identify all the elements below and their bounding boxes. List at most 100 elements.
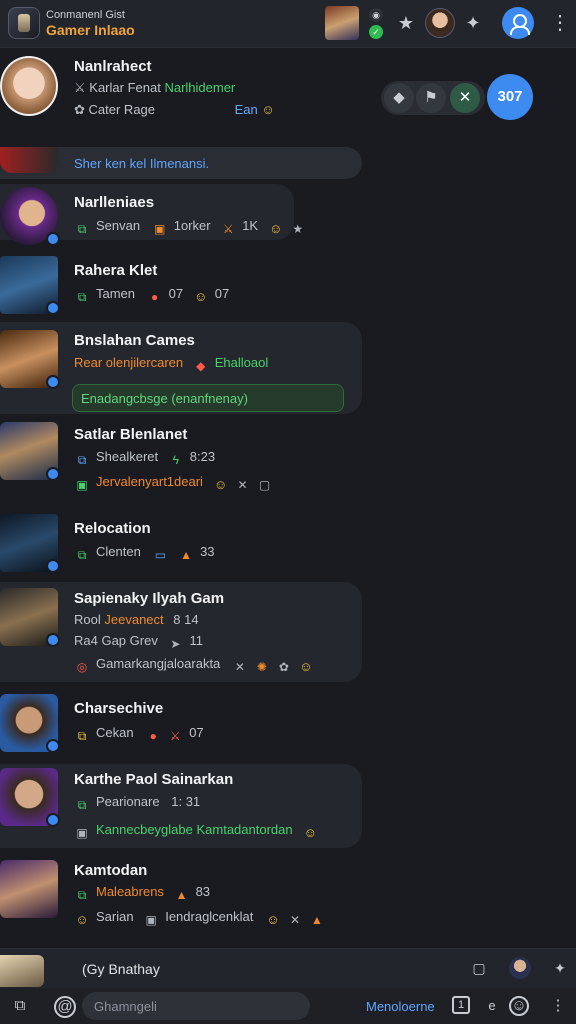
contact-status: ⚔ Karlar Fenat Narlhidemer — [74, 80, 235, 96]
avatar[interactable] — [509, 957, 531, 979]
message-input[interactable]: Ghamngeli — [82, 992, 310, 1020]
tools-icon: ✕ — [234, 660, 245, 674]
profile-button[interactable] — [502, 7, 534, 39]
meta-highlight: Ehalloaol — [214, 355, 269, 370]
chat-item[interactable]: Bnslahan Cames Rear olenjilercaren ◆ Ehal… — [0, 322, 576, 418]
avatar[interactable] — [0, 330, 60, 389]
flag-action-icon[interactable]: ⚑ — [416, 83, 446, 113]
tools-action-icon[interactable]: ✕ — [450, 83, 480, 113]
pin-action-icon[interactable]: ◆ — [384, 83, 414, 113]
gear-icon: ✿ — [74, 102, 85, 117]
chat-card-line: ▣ Jervalenyart1deari ☺ ✕ ▢ — [74, 474, 279, 493]
more-menu-icon[interactable]: ⋮ — [550, 12, 570, 34]
arrow-icon: ▲ — [180, 548, 192, 562]
gem-icon: ◆ — [196, 359, 206, 373]
meta-text: Cekan — [96, 725, 134, 740]
card-text: Enadangcbsge (enanfnenay) — [81, 391, 248, 406]
tools-icon: ✕ — [289, 913, 301, 927]
chat-meta: ⧉ Maleabrens ▲ 83 — [74, 884, 210, 903]
meta-text-2: Sarian — [96, 909, 134, 924]
meta-extra: 11 — [189, 633, 203, 648]
arrow-icon: ▲ — [311, 913, 323, 927]
controller-icon: ⧉ — [77, 729, 87, 743]
chat-meta: Rear olenjilercaren ◆ Ehalloaol — [74, 355, 268, 374]
avatar[interactable] — [0, 694, 60, 753]
chat-item[interactable]: Satlar Blenlanet ⧉ Shealkeret ϟ 8:23 ▣ Jerv… — [0, 420, 576, 512]
reply-text[interactable]: (Gy Bnathay — [82, 961, 160, 977]
char-indicator: e — [488, 998, 496, 1013]
gif-icon[interactable]: 1 — [452, 996, 470, 1014]
avatar[interactable] — [0, 860, 58, 918]
face-icon: ☺ — [266, 912, 280, 927]
avatar[interactable] — [0, 256, 60, 315]
meta-text: Pearionare — [96, 794, 160, 809]
sword-icon: ⚔ — [222, 222, 234, 236]
chat-item[interactable]: Charsechive ⧉ Cekan ● ⚔ 07 — [0, 692, 576, 756]
chat-item[interactable]: Sapienaky Ilyah Gam Rool Jeevanect 8 14 … — [0, 582, 576, 686]
chat-meta: ⧉ Clenten ▭ ▲ 33 — [74, 544, 215, 563]
bolt-icon: ϟ — [172, 453, 179, 467]
chat-meta: ⧉ Shealkeret ϟ 8:23 — [74, 449, 215, 468]
meta-extra: 07 — [168, 286, 184, 301]
meta-text: Clenten — [96, 544, 141, 559]
sun-icon: ✺ — [256, 660, 267, 674]
chat-name: Bnslahan Cames — [74, 332, 195, 349]
detail-link[interactable]: Ean — [235, 102, 258, 117]
meta-extra: 33 — [200, 544, 215, 559]
chat-item[interactable]: Rahera Klet ⧉ Tamen ● 07 ☺ 07 — [0, 252, 576, 316]
friend-avatar[interactable] — [425, 8, 455, 38]
status-text: Karlar Fenat — [89, 80, 161, 95]
ball-icon: ● — [149, 729, 157, 743]
image-icon: ▣ — [145, 913, 157, 927]
online-icon: ✓ — [369, 25, 383, 39]
pin-icon[interactable]: ✦ — [462, 12, 484, 34]
meta-text: Tamen — [96, 286, 136, 301]
verified-icon — [46, 633, 60, 647]
avatar[interactable] — [0, 422, 60, 481]
star-icon[interactable]: ★ — [395, 12, 417, 34]
reply-bar[interactable]: (Gy Bnathay ▢ ✦ — [0, 948, 576, 988]
arrow-icon: ➤ — [170, 637, 181, 651]
chat-item[interactable]: Kamtodan ⧉ Maleabrens ▲ 83 ☺ Sarian ▣ Iendra… — [0, 856, 576, 942]
avatar[interactable] — [0, 187, 60, 246]
square-icon: ▢ — [258, 478, 271, 492]
square-icon[interactable]: ▢ — [470, 959, 488, 977]
inline-card[interactable]: Enadangcbsge (enanfnenay) — [72, 384, 344, 412]
sword-icon: ⚔ — [74, 80, 86, 95]
face-icon: ☺ — [75, 912, 89, 927]
more-menu-icon[interactable]: ⋮ — [548, 996, 568, 1016]
chat-item[interactable]: Relocation ⧉ Clenten ▭ ▲ 33 — [0, 512, 576, 582]
at-icon[interactable]: @ — [54, 996, 76, 1018]
avatar[interactable] — [0, 768, 60, 827]
face-icon: ☺ — [213, 477, 228, 492]
group-avatar[interactable] — [325, 6, 359, 40]
unread-count-badge[interactable]: 307 — [487, 74, 533, 120]
avatar[interactable] — [0, 514, 60, 573]
notice-bubble[interactable]: Sher ken kel Ilmenansi. — [0, 147, 362, 179]
emoji-icon[interactable]: ☺ — [509, 996, 529, 1016]
attach-icon[interactable]: ⧉ — [10, 996, 30, 1016]
card-text: Kannecbeyglabe Kamtadantordan — [96, 822, 293, 837]
avatar[interactable] — [0, 588, 60, 647]
verified-icon — [46, 739, 60, 753]
meta-text-2: Ra4 Gap Grev — [74, 633, 158, 648]
chat-item[interactable]: Narlleniaes ⧉ Senvan ▣ 1orker ⚔ 1K ☺ ★ — [0, 184, 576, 246]
arrow-icon: ▲ — [175, 888, 188, 902]
pinned-contact[interactable]: Nanlrahect ⚔ Karlar Fenat Narlhidemer ✿ … — [0, 52, 576, 138]
avatar[interactable] — [0, 56, 58, 116]
detail-text: Cater Rage — [88, 102, 156, 117]
chat-name: Karthe Paol Sainarkan — [74, 771, 234, 788]
compose-link[interactable]: Menoloerne — [366, 999, 435, 1014]
meta-extra: 1orker — [173, 218, 211, 233]
chat-meta: Rool Jeevanect 8 14 — [74, 612, 199, 627]
meta-time: 8 14 — [173, 612, 199, 627]
chat-name: Sapienaky Ilyah Gam — [74, 590, 225, 607]
app-logo[interactable] — [8, 7, 40, 39]
target-icon: ◎ — [76, 660, 88, 674]
notice-text[interactable]: Sher ken kel Ilmenansi. — [74, 156, 209, 171]
verified-icon — [46, 232, 60, 246]
meta-highlight: Jeevanect — [104, 612, 164, 627]
sparkle-icon[interactable]: ✦ — [551, 959, 569, 977]
chat-item[interactable]: Karthe Paol Sainarkan ⧉ Pearionare 1: 31 … — [0, 764, 576, 852]
chat-name: Relocation — [74, 520, 151, 537]
